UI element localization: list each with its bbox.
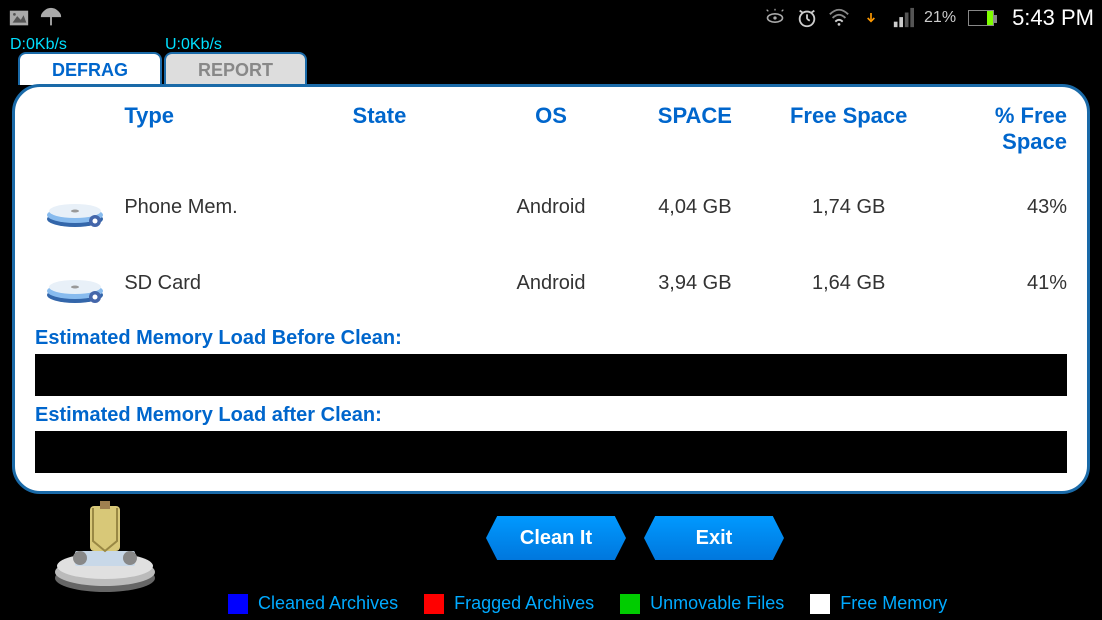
row-type: Phone Mem. — [124, 196, 352, 219]
umbrella-icon — [40, 7, 62, 29]
table-row[interactable]: SD Card Android 3,94 GB 1,64 GB 41% — [35, 245, 1067, 321]
table-headers: Type State OS SPACE Free Space % Free Sp… — [35, 99, 1067, 169]
row-space: 4,04 GB — [620, 196, 769, 219]
tab-defrag[interactable]: DEFRAG — [18, 52, 162, 85]
legend-item: Cleaned Archives — [228, 593, 398, 614]
tabs: DEFRAG REPORT — [18, 52, 307, 85]
bottom-area: Clean It Exit Cleaned Archives Fragged A… — [0, 496, 1102, 620]
eye-icon — [764, 7, 786, 29]
row-free: 1,64 GB — [769, 272, 928, 295]
disk-icon — [45, 179, 105, 229]
row-space: 3,94 GB — [620, 272, 769, 295]
legend-item: Fragged Archives — [424, 593, 594, 614]
header-space: SPACE — [620, 103, 769, 155]
legend-label: Fragged Archives — [454, 593, 594, 614]
header-state: State — [353, 103, 482, 155]
row-type: SD Card — [124, 272, 352, 295]
row-pct: 43% — [928, 196, 1067, 219]
disk-icon — [45, 255, 105, 305]
legend-swatch — [620, 594, 640, 614]
before-clean-label: Estimated Memory Load Before Clean: — [35, 327, 1067, 350]
row-free: 1,74 GB — [769, 196, 928, 219]
battery-icon — [968, 10, 994, 26]
legend-swatch — [228, 594, 248, 614]
legend-label: Free Memory — [840, 593, 947, 614]
tab-report[interactable]: REPORT — [164, 52, 307, 85]
legend-label: Cleaned Archives — [258, 593, 398, 614]
row-pct: 41% — [928, 272, 1067, 295]
exit-button[interactable]: Exit — [644, 516, 784, 560]
header-free: Free Space — [769, 103, 928, 155]
alarm-icon — [796, 7, 818, 29]
table-row[interactable]: Phone Mem. Android 4,04 GB 1,74 GB 43% — [35, 169, 1067, 245]
app-icon — [45, 496, 165, 596]
clock: 5:43 PM — [1012, 5, 1094, 31]
wifi-icon — [828, 7, 850, 29]
header-pct: % Free Space — [928, 103, 1067, 155]
legend-item: Free Memory — [810, 593, 947, 614]
signal-icon — [892, 7, 914, 29]
header-os: OS — [482, 103, 621, 155]
after-clean-label: Estimated Memory Load after Clean: — [35, 404, 1067, 427]
battery-percent: 21% — [924, 9, 956, 27]
download-arrow-icon — [860, 7, 882, 29]
legend-swatch — [424, 594, 444, 614]
clean-button[interactable]: Clean It — [486, 516, 626, 560]
legend: Cleaned Archives Fragged Archives Unmova… — [228, 593, 947, 614]
after-clean-bar — [35, 431, 1067, 473]
before-clean-bar — [35, 354, 1067, 396]
legend-item: Unmovable Files — [620, 593, 784, 614]
legend-label: Unmovable Files — [650, 593, 784, 614]
picture-icon — [8, 7, 30, 29]
row-os: Android — [482, 272, 621, 295]
legend-swatch — [810, 594, 830, 614]
row-os: Android — [482, 196, 621, 219]
main-panel: Type State OS SPACE Free Space % Free Sp… — [12, 84, 1090, 494]
header-type: Type — [124, 103, 352, 155]
status-bar: 21% 5:43 PM — [0, 0, 1102, 35]
